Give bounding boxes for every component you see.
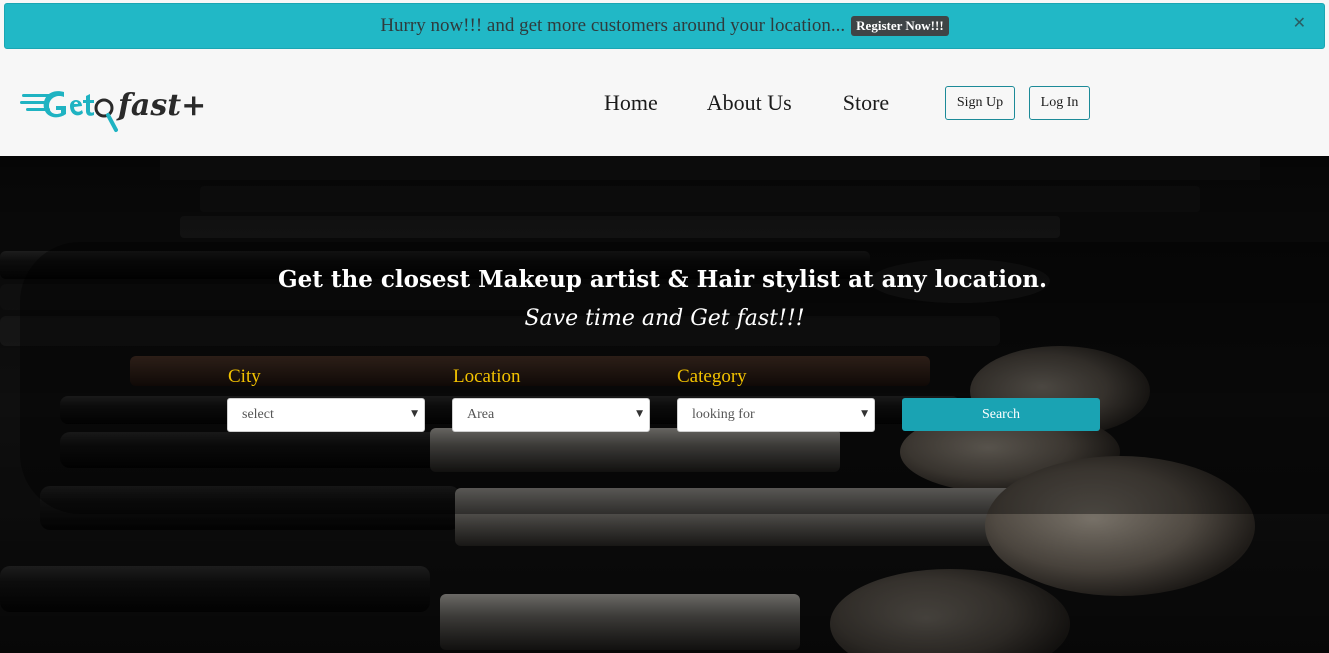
svg-text:fast+: fast+ [116,88,206,123]
register-now-button[interactable]: Register Now!!! [851,16,949,36]
city-select[interactable]: select ▼ [227,398,425,432]
category-select-value: looking for [692,407,755,422]
log-in-button[interactable]: Log In [1029,86,1090,120]
nav-store[interactable]: Store [843,90,889,116]
chevron-down-icon: ▼ [636,409,643,419]
chevron-down-icon: ▼ [861,409,868,419]
hero-section: Get the closest Makeup artist & Hair sty… [0,156,1329,653]
hero-title: Get the closest Makeup artist & Hair sty… [277,266,1048,293]
category-label: Category [677,366,747,387]
nav-home[interactable]: Home [604,90,658,116]
logo[interactable]: fast+ [20,82,210,138]
main-nav: Home About Us Store [604,90,889,116]
location-select-value: Area [467,407,495,422]
city-label: City [228,366,261,387]
sign-up-button[interactable]: Sign Up [945,86,1015,120]
location-select[interactable]: Area ▼ [452,398,650,432]
close-icon[interactable]: ✕ [1293,15,1306,31]
hero-subtitle: Save time and Get fast!!! [524,306,805,331]
location-label: Location [453,366,521,387]
search-button[interactable]: Search [902,398,1100,431]
site-header: fast+ Home About Us Store Sign Up Log In [0,50,1329,156]
promo-text: Hurry now!!! and get more customers arou… [380,15,846,36]
category-select[interactable]: looking for ▼ [677,398,875,432]
nav-about-us[interactable]: About Us [707,90,792,116]
chevron-down-icon: ▼ [411,409,418,419]
promo-banner: Hurry now!!! and get more customers arou… [4,3,1325,49]
city-select-value: select [242,407,274,422]
